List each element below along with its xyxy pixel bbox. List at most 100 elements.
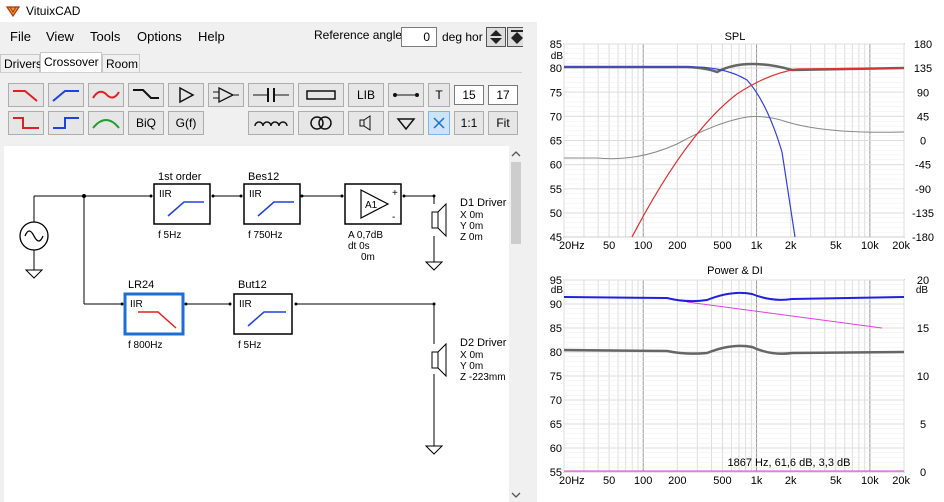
- scrollbar-thumb[interactable]: [511, 162, 521, 244]
- x-tick-label: 10k: [861, 475, 879, 487]
- amp-gain: A 0,7dB: [348, 230, 383, 241]
- tab-room[interactable]: Room: [102, 54, 140, 72]
- menu-tools[interactable]: Tools: [90, 29, 120, 44]
- delete-button[interactable]: [428, 111, 450, 135]
- ground-icon: [424, 445, 444, 455]
- amplifier-block-a1[interactable]: A1 + - A 0,7dB dt 0s 0m: [344, 183, 402, 263]
- driver-y: Y 0m: [460, 221, 483, 232]
- block-title: 1st order: [158, 171, 202, 183]
- filter-block-1st-order[interactable]: 1st order IIR f 5Hz: [153, 171, 211, 241]
- spl-title: SPL: [725, 31, 746, 43]
- filter-block-lr24[interactable]: LR24 IIR f 800Hz: [123, 279, 185, 351]
- filter-block-bes12[interactable]: Bes12 IIR f 750Hz: [243, 171, 301, 241]
- block-type: IIR: [159, 189, 172, 200]
- transformer-button[interactable]: [298, 111, 344, 135]
- lowpass-filter-button[interactable]: [8, 83, 44, 107]
- grid-x-input[interactable]: 15: [454, 85, 484, 105]
- lowpass-step-icon: [13, 117, 39, 129]
- x-tick-label: 100: [634, 475, 652, 487]
- resistor-button[interactable]: [298, 83, 344, 107]
- zoom-1-1-button[interactable]: 1:1: [454, 111, 484, 135]
- ground-button[interactable]: [388, 111, 424, 135]
- ground-icon: [396, 118, 416, 131]
- x-tick-label: 20k: [892, 240, 910, 252]
- x-tick-label: 50: [603, 240, 615, 252]
- notch-curve-icon: [92, 119, 120, 129]
- tab-crossover[interactable]: Crossover: [40, 52, 102, 72]
- driver-d1[interactable]: D1 Driver X 0m Y 0m Z 0m: [431, 197, 507, 243]
- y2-tick-label: 90: [917, 87, 929, 99]
- capacitor-button[interactable]: [248, 83, 294, 107]
- wire-button[interactable]: [388, 83, 424, 107]
- highpass-stepped-button[interactable]: [48, 111, 84, 135]
- menu-view[interactable]: View: [46, 29, 74, 44]
- close-icon: [433, 117, 445, 129]
- buffer-button[interactable]: [168, 83, 204, 107]
- library-button[interactable]: LIB: [348, 83, 384, 107]
- menu-help[interactable]: Help: [198, 29, 225, 44]
- title-bar: VituixCAD: [0, 0, 944, 22]
- spl-y-ticks: 858075706560555045: [550, 39, 562, 244]
- amp-minus: -: [392, 212, 395, 223]
- ground-icon: [24, 269, 44, 279]
- biquad-button[interactable]: BiQ: [128, 111, 164, 135]
- window-title: VituixCAD: [26, 4, 81, 18]
- driver-name: D1 Driver: [460, 197, 507, 209]
- block-param: f 750Hz: [248, 230, 282, 241]
- transfer-function-button[interactable]: G(f): [168, 111, 204, 135]
- y-tick-label: 75: [550, 371, 562, 383]
- bandpass-filter-button[interactable]: [88, 83, 124, 107]
- lowpass-curve-icon: [13, 90, 38, 102]
- inductor-button[interactable]: [248, 111, 294, 135]
- x-tick-label: 20Hz: [559, 240, 585, 252]
- x-tick-label: 2k: [785, 240, 797, 252]
- amp-plus: +: [392, 188, 398, 199]
- y2-tick-label: 45: [917, 111, 929, 123]
- angle-up-down-button[interactable]: [486, 27, 506, 47]
- driver-z: Z -223mm: [460, 372, 506, 383]
- grid-y-input[interactable]: 17: [488, 85, 518, 105]
- amplifier-button[interactable]: [208, 83, 244, 107]
- reference-angle-label: Reference angle: [314, 28, 403, 42]
- lowpass-stepped-button[interactable]: [8, 111, 44, 135]
- schematic-scrollbar[interactable]: [509, 146, 523, 502]
- filter-block-but12[interactable]: But12 IIR f 5Hz: [233, 279, 293, 351]
- schematic-canvas[interactable]: 1st order IIR f 5Hz Bes12 IIR f 750Hz A1…: [4, 146, 509, 502]
- scroll-down-icon[interactable]: [509, 490, 523, 500]
- up-down-arrow-icon: [490, 30, 502, 44]
- driver-x: X 0m: [460, 210, 483, 221]
- block-type: IIR: [130, 299, 143, 310]
- spl-y2-ticks: 180 135 90 45 0 -45 -90 -135 -180: [912, 39, 934, 244]
- menu-file[interactable]: File: [10, 29, 31, 44]
- block-type: IIR: [249, 189, 262, 200]
- shelf-curve-icon: [133, 89, 159, 99]
- driver-x: X 0m: [460, 350, 483, 361]
- power-di-graph[interactable]: Power & DI dB dB 959085807570656055 2015…: [550, 265, 929, 487]
- driver-button[interactable]: [348, 111, 384, 135]
- schematic-drawing: 1st order IIR f 5Hz Bes12 IIR f 750Hz A1…: [19, 171, 507, 455]
- spl-x-ticks: 20Hz 50 100 200 500 1k 2k 5k 10k 20k: [559, 240, 910, 252]
- x-tick-label: 200: [668, 475, 686, 487]
- y-tick-label: 70: [550, 111, 562, 123]
- text-tool-button[interactable]: T: [428, 83, 450, 107]
- tab-drivers[interactable]: Drivers: [0, 54, 42, 72]
- resistor-icon: [306, 90, 336, 100]
- y2-tick-label: 5: [920, 419, 926, 431]
- menu-options[interactable]: Options: [137, 29, 182, 44]
- reference-angle-input[interactable]: 0: [401, 27, 437, 47]
- highpass-filter-button[interactable]: [48, 83, 84, 107]
- scroll-up-icon[interactable]: [509, 149, 523, 159]
- amp-delay: dt 0s: [348, 241, 370, 252]
- y-tick-label: 50: [550, 208, 562, 220]
- driver-d2[interactable]: D2 Driver X 0m Y 0m Z -223mm: [431, 337, 507, 383]
- signal-generator-icon[interactable]: [19, 221, 49, 251]
- notch-filter-button[interactable]: [88, 111, 124, 135]
- zoom-fit-button[interactable]: Fit: [488, 111, 518, 135]
- inductor-icon: [254, 121, 288, 127]
- pane-splitter[interactable]: [523, 22, 537, 502]
- collapse-arrow-icon: [511, 30, 523, 44]
- x-tick-label: 100: [634, 240, 652, 252]
- app-window: VituixCAD File View Tools Options Help R…: [0, 0, 944, 502]
- spl-graph[interactable]: SPL dB 85 80 75 70 65 60 55 50 45 180 135 90 45 0 -45…: [550, 31, 934, 252]
- shelf-filter-button[interactable]: [128, 83, 164, 107]
